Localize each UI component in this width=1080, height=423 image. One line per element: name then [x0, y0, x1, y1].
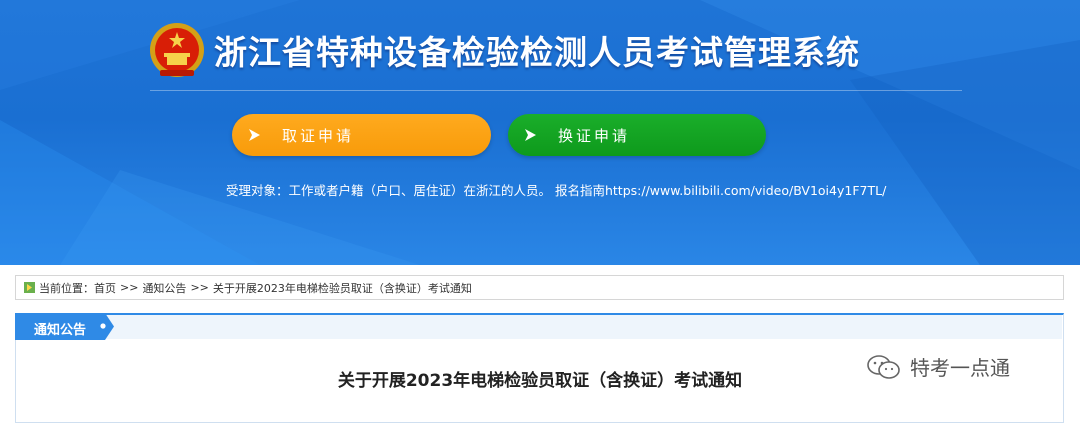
wechat-watermark: 特考一点通 — [866, 352, 1010, 381]
apply-label: 取证申请 — [282, 126, 355, 145]
play-arrow-icon — [508, 128, 552, 142]
breadcrumb: 当前位置： 首页 >> 通知公告 >> 关于开展2023年电梯检验员取证（含换证… — [15, 275, 1064, 300]
breadcrumb-section-link[interactable]: 通知公告 — [142, 280, 186, 296]
apply-certificate-button[interactable]: 取证申请 — [232, 114, 491, 156]
renew-label: 换证申请 — [558, 126, 631, 145]
title-divider — [150, 90, 962, 91]
breadcrumb-prefix: 当前位置： — [39, 281, 94, 295]
play-arrow-icon — [232, 128, 276, 142]
breadcrumb-separator: >> — [120, 281, 139, 294]
location-icon — [24, 282, 35, 293]
site-title: 浙江省特种设备检验检测人员考试管理系统 — [214, 33, 860, 72]
breadcrumb-separator: >> — [190, 281, 209, 294]
eligibility-notice: 受理对象：工作或者户籍（户口、居住证）在浙江的人员。 报名指南https://w… — [226, 183, 887, 198]
panel-tab-label: 通知公告 — [34, 323, 87, 338]
breadcrumb-home-link[interactable]: 首页 — [94, 280, 116, 296]
wechat-icon — [867, 354, 900, 379]
watermark-text: 特考一点通 — [910, 356, 1010, 380]
breadcrumb-current: 关于开展2023年电梯检验员取证（含换证）考试通知 — [212, 281, 472, 295]
header-banner: 浙江省特种设备检验检测人员考试管理系统 取证申请 换证申请 受理对象：工作或者户… — [0, 0, 1080, 265]
renew-certificate-button[interactable]: 换证申请 — [508, 114, 766, 156]
national-emblem-icon — [150, 23, 204, 77]
panel-header — [17, 315, 1062, 339]
